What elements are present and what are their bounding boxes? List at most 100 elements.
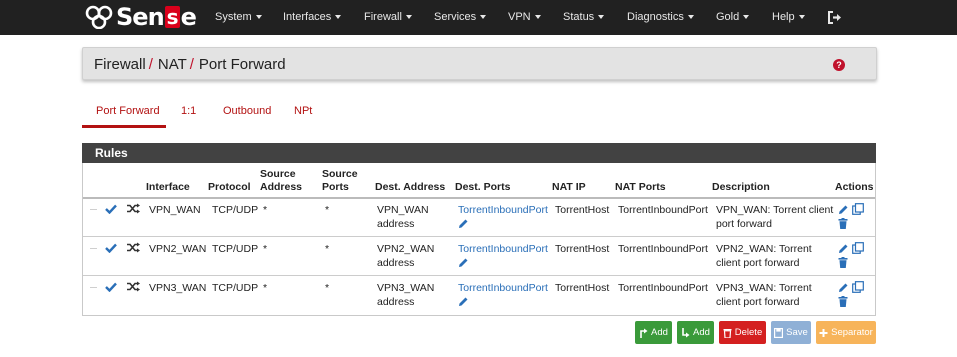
button-label: Delete (734, 327, 763, 338)
col-header-source-address[interactable]: Source Address (260, 168, 302, 194)
header-line: Source (260, 168, 296, 180)
breadcrumb-firewall[interactable]: Firewall (94, 56, 146, 73)
col-header-nat-ip[interactable]: NAT IP (552, 181, 586, 194)
col-header-description[interactable]: Description (712, 181, 770, 194)
shuffle-icon (127, 203, 140, 214)
check-icon[interactable] (105, 282, 117, 292)
col-header-protocol[interactable]: Protocol (208, 181, 251, 194)
nav-status[interactable]: Status (563, 0, 605, 35)
col-header-dest-address[interactable]: Dest. Address (375, 181, 445, 194)
nav-label: System (215, 11, 252, 23)
cell-line: VPN3_WAN: Torrent (716, 282, 812, 294)
col-header-dest-ports[interactable]: Dest. Ports (455, 181, 510, 194)
nav-label: Status (563, 11, 595, 23)
cell-dest-ports-link[interactable]: TorrentInboundPort (458, 281, 548, 295)
breadcrumb-nat[interactable]: NAT (158, 56, 187, 73)
header-line: Ports (322, 181, 349, 193)
pencil-icon[interactable] (458, 257, 469, 268)
cell-line: address (377, 296, 415, 308)
trash-icon[interactable] (838, 296, 848, 307)
caret-down-icon (798, 15, 805, 20)
tab-outbound[interactable]: Outbound (223, 105, 271, 117)
tab-port-forward[interactable]: Port Forward (96, 105, 160, 117)
pencil-icon[interactable] (458, 218, 469, 229)
cell-dest-address: VPN_WAN address (377, 203, 429, 231)
add-rule-top-button[interactable]: Add (635, 321, 672, 344)
tab-npt[interactable]: NPt (294, 105, 312, 117)
drag-handle[interactable] (90, 287, 97, 288)
nav-label: Diagnostics (627, 11, 684, 23)
drag-handle[interactable] (90, 248, 97, 249)
logout-icon[interactable] (828, 11, 842, 24)
caret-down-icon (335, 15, 342, 20)
cell-nat-ip: TorrentHost (555, 243, 610, 255)
copy-icon[interactable] (852, 203, 864, 215)
nav-services[interactable]: Services (434, 0, 487, 35)
trash-icon (723, 328, 732, 338)
add-separator-button[interactable]: Separator (816, 321, 876, 344)
trash-icon[interactable] (838, 218, 848, 229)
nav-label: Firewall (364, 11, 402, 23)
col-header-nat-ports[interactable]: NAT Ports (615, 181, 666, 194)
delete-button[interactable]: Delete (719, 321, 766, 344)
shuffle-icon (127, 281, 140, 292)
help-icon[interactable]: ? (833, 59, 845, 71)
cell-line: address (377, 257, 415, 269)
pencil-icon[interactable] (458, 296, 469, 307)
copy-icon[interactable] (852, 281, 864, 293)
col-header-interface[interactable]: Interface (146, 181, 190, 194)
tab-one-to-one[interactable]: 1:1 (181, 105, 196, 117)
add-above-icon (640, 328, 648, 338)
trash-icon[interactable] (838, 257, 848, 268)
caret-down-icon (687, 15, 694, 20)
nav-vpn[interactable]: VPN (508, 0, 541, 35)
add-rule-bottom-button[interactable]: Add (677, 321, 714, 344)
cell-source-ports: * (325, 282, 330, 294)
logo-symbol-icon (85, 5, 113, 29)
nav-firewall[interactable]: Firewall (364, 0, 412, 35)
check-icon[interactable] (105, 204, 117, 214)
add-below-icon (682, 327, 690, 337)
drag-handle[interactable] (90, 209, 97, 210)
cell-interface: VPN3_WAN (149, 282, 207, 294)
col-header-source-ports[interactable]: Source Ports (322, 168, 358, 194)
nav-label: Help (772, 11, 795, 23)
cell-dest-ports-link[interactable]: TorrentInboundPort (458, 203, 548, 217)
col-header-actions: Actions (835, 181, 874, 193)
edit-icon[interactable] (838, 243, 849, 254)
cell-source-ports: * (325, 243, 330, 255)
cell-nat-ports: TorrentInboundPort (618, 204, 708, 216)
nav-label: Interfaces (283, 11, 332, 23)
copy-icon[interactable] (852, 242, 864, 254)
shuffle-icon (127, 242, 140, 253)
cell-line: client port forward (716, 296, 800, 308)
cell-dest-ports-link[interactable]: TorrentInboundPort (458, 242, 548, 256)
cell-nat-ip: TorrentHost (555, 204, 610, 216)
edit-icon[interactable] (838, 204, 849, 215)
cell-line: VPN_WAN (377, 204, 429, 216)
breadcrumb-panel: Firewall / NAT / Port Forward ? (82, 47, 877, 80)
header-line: Source (322, 168, 358, 180)
cell-description: VPN_WAN: Torrent client port forward (716, 203, 833, 231)
top-navbar: Sen s e System Interfaces Firewall Service… (0, 0, 957, 35)
logo-text-end: e (180, 3, 197, 31)
nav-interfaces[interactable]: Interfaces (283, 0, 342, 35)
table-header-divider (83, 197, 875, 199)
nav-gold[interactable]: Gold (716, 0, 750, 35)
caret-down-icon (405, 15, 412, 20)
active-tab-indicator (82, 125, 166, 128)
save-button[interactable]: Save (771, 321, 811, 344)
nav-help[interactable]: Help (772, 0, 805, 35)
cell-source-address: * (263, 282, 268, 294)
check-icon[interactable] (105, 243, 117, 253)
cell-protocol: TCP/UDP (212, 243, 259, 255)
nav-system[interactable]: System (215, 0, 262, 35)
logo[interactable]: Sen s e (84, 3, 197, 31)
cell-protocol: TCP/UDP (212, 282, 259, 294)
edit-icon[interactable] (838, 282, 849, 293)
breadcrumb-separator: / (189, 56, 194, 73)
cell-line: port forward (716, 218, 773, 230)
cell-line: VPN2_WAN: Torrent (716, 243, 812, 255)
nav-diagnostics[interactable]: Diagnostics (627, 0, 694, 35)
nav-label: Gold (716, 11, 740, 23)
